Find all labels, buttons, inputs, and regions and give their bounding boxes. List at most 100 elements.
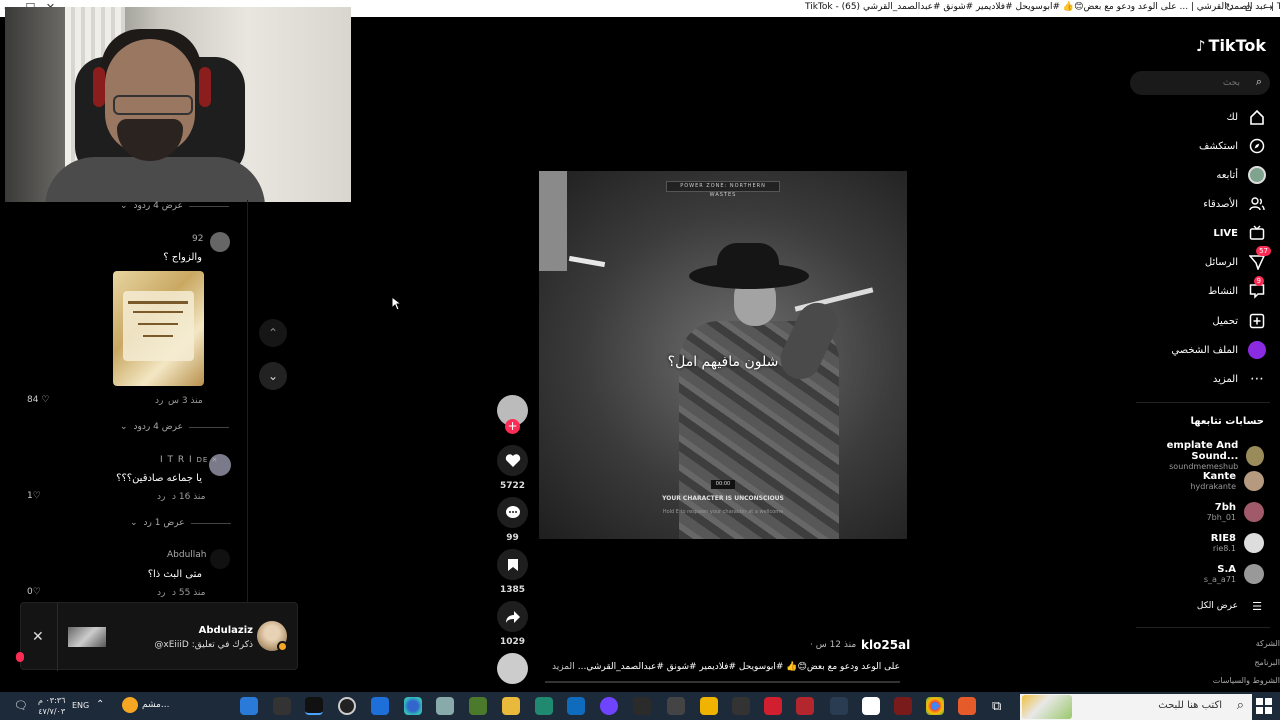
app-icon[interactable]	[436, 697, 454, 715]
app-icon[interactable]	[469, 697, 487, 715]
post-author[interactable]: klo25al	[861, 638, 910, 652]
taskbar-browser-item[interactable]: مشم...	[122, 697, 169, 713]
like-count[interactable]: 84 ♡	[27, 395, 49, 405]
view-replies-button[interactable]: ⌄ عرض 4 ردود	[120, 201, 229, 211]
next-video-button[interactable]: ⌄	[259, 362, 287, 390]
nav-for-you[interactable]: لك	[1227, 108, 1266, 126]
home-browser-icon[interactable]: ⌂	[1245, 1, 1252, 14]
comment-icon	[505, 506, 520, 518]
outlook-icon[interactable]	[567, 697, 585, 715]
app-icon[interactable]	[600, 697, 618, 715]
following-account[interactable]: RIE8 rie8.1	[1211, 533, 1264, 553]
reply-button[interactable]: رد	[157, 588, 165, 598]
comment-user[interactable]: 92	[192, 234, 203, 244]
share-arrow-icon	[505, 610, 520, 623]
chrome-icon[interactable]	[926, 697, 944, 715]
reload-icon[interactable]: ↻	[1225, 1, 1234, 14]
notification-center-icon[interactable]: 🗨	[14, 699, 28, 712]
comment-user[interactable]: I T R I DE ✕	[160, 455, 218, 465]
nav-messages[interactable]: 57 الرسائل	[1205, 246, 1271, 271]
tiktok-logo[interactable]: ♪ TikTok	[1196, 36, 1266, 55]
view-replies-button[interactable]: ⌄ عرض 1 رد	[130, 518, 231, 528]
see-more-link[interactable]: المزيد	[552, 662, 575, 672]
reply-button[interactable]: رد	[155, 396, 163, 406]
previous-video-button[interactable]: ⌃	[259, 319, 287, 347]
office-app-icon[interactable]	[958, 697, 976, 715]
app-icon[interactable]	[338, 697, 356, 715]
app-icon[interactable]	[240, 697, 258, 715]
taskbar-search-input[interactable]: اكتب هنا للبحث	[1158, 700, 1222, 711]
video-player[interactable]: POWER ZONE: NORTHERN WASTES شلون مافيهم …	[539, 171, 907, 539]
file-explorer-icon[interactable]	[502, 697, 520, 715]
follow-plus-icon[interactable]: +	[505, 419, 520, 434]
nav-more[interactable]: ⋯ المزيد	[1213, 370, 1266, 388]
view-replies-button[interactable]: ⌄ عرض 4 ردود	[120, 422, 229, 432]
footer-program[interactable]: البرنامج	[1254, 658, 1280, 667]
epic-games-icon[interactable]	[732, 697, 750, 715]
avatar	[1244, 471, 1264, 491]
search-icon[interactable]: ⌕	[1256, 75, 1262, 89]
app-icon[interactable]	[700, 697, 718, 715]
mail-icon[interactable]	[371, 697, 389, 715]
app-icon[interactable]	[894, 697, 912, 715]
reply-button[interactable]: رد	[157, 492, 165, 502]
avatar[interactable]	[210, 232, 230, 252]
task-view-icon[interactable]: ⧉	[992, 699, 1001, 714]
comment-text: متى البث ذا؟	[147, 569, 202, 580]
taskbar-search-box[interactable]: اكتب هنا للبحث ⌕	[1020, 694, 1252, 720]
save-button[interactable]	[497, 549, 528, 580]
browser-icon	[122, 697, 138, 713]
chevron-up-icon[interactable]: ⌃	[96, 699, 104, 710]
progress-bar[interactable]	[545, 681, 900, 683]
app-icon[interactable]	[764, 697, 782, 715]
notification-thumbnail	[68, 627, 106, 647]
following-account[interactable]: 7bh 7bh_01	[1207, 502, 1264, 522]
mention-notification[interactable]: ✕ Abdulaziz ذكرك في تعليق: xEiiiD@	[20, 602, 298, 671]
calculator-icon[interactable]	[667, 697, 685, 715]
back-icon[interactable]: →	[1264, 1, 1273, 14]
footer-company[interactable]: الشركة	[1256, 639, 1280, 648]
nav-profile[interactable]: الملف الشخصي	[1171, 341, 1266, 359]
following-account[interactable]: S.A s_a_a71	[1204, 564, 1264, 584]
share-count: 1029	[499, 637, 526, 647]
comment-count: 99	[506, 533, 519, 543]
following-account[interactable]: Kante hydrakante	[1190, 471, 1264, 491]
following-avatar-icon	[1248, 166, 1266, 184]
taskbar-clock[interactable]: ٠٣:٣٦ م ٤٧/٧/٠٣	[38, 695, 65, 717]
comment-image-invitation[interactable]	[113, 271, 204, 386]
steam-icon[interactable]	[830, 697, 848, 715]
like-button[interactable]	[497, 445, 528, 476]
language-indicator[interactable]: ENG	[72, 701, 89, 710]
nav-activity[interactable]: 9 النشاط	[1208, 276, 1266, 300]
app-icon[interactable]	[273, 697, 291, 715]
edge-icon[interactable]	[404, 697, 422, 715]
sound-avatar[interactable]	[497, 653, 528, 684]
see-all-link[interactable]: ☰ عرض الكل	[1197, 597, 1266, 615]
tiktok-taskbar-icon[interactable]	[305, 697, 323, 715]
comment-time: منذ 55 د	[172, 588, 206, 598]
search-bar[interactable]: ⌕	[1130, 71, 1270, 95]
nav-following[interactable]: أتابعه	[1216, 166, 1266, 184]
heart-outline-icon: ♡	[41, 395, 50, 405]
activity-icon: 9	[1248, 276, 1266, 300]
app-icon[interactable]	[633, 697, 651, 715]
avatar[interactable]	[210, 549, 230, 569]
search-input[interactable]	[1140, 75, 1240, 91]
app-icon[interactable]	[862, 697, 880, 715]
nav-friends[interactable]: الأصدقاء	[1203, 195, 1266, 213]
footer-terms[interactable]: الشروط والسياسات	[1213, 676, 1280, 685]
like-count[interactable]: 1♡	[27, 491, 41, 501]
app-icon[interactable]	[535, 697, 553, 715]
nav-explore[interactable]: استكشف	[1199, 137, 1266, 155]
following-account[interactable]: emplate And Sound... soundmemeshub	[1130, 440, 1264, 471]
nav-live[interactable]: LIVE	[1213, 224, 1266, 242]
nav-upload[interactable]: تحميل	[1212, 312, 1266, 330]
share-button[interactable]	[497, 601, 528, 632]
like-count[interactable]: 0♡	[27, 587, 41, 597]
tiktok-note-icon: ♪	[1195, 36, 1206, 55]
close-icon[interactable]: ✕	[32, 629, 44, 645]
comment-user[interactable]: Abdullah	[167, 550, 207, 560]
comment-button[interactable]	[497, 497, 528, 528]
windows-start-icon[interactable]	[1256, 698, 1272, 714]
app-icon[interactable]	[796, 697, 814, 715]
